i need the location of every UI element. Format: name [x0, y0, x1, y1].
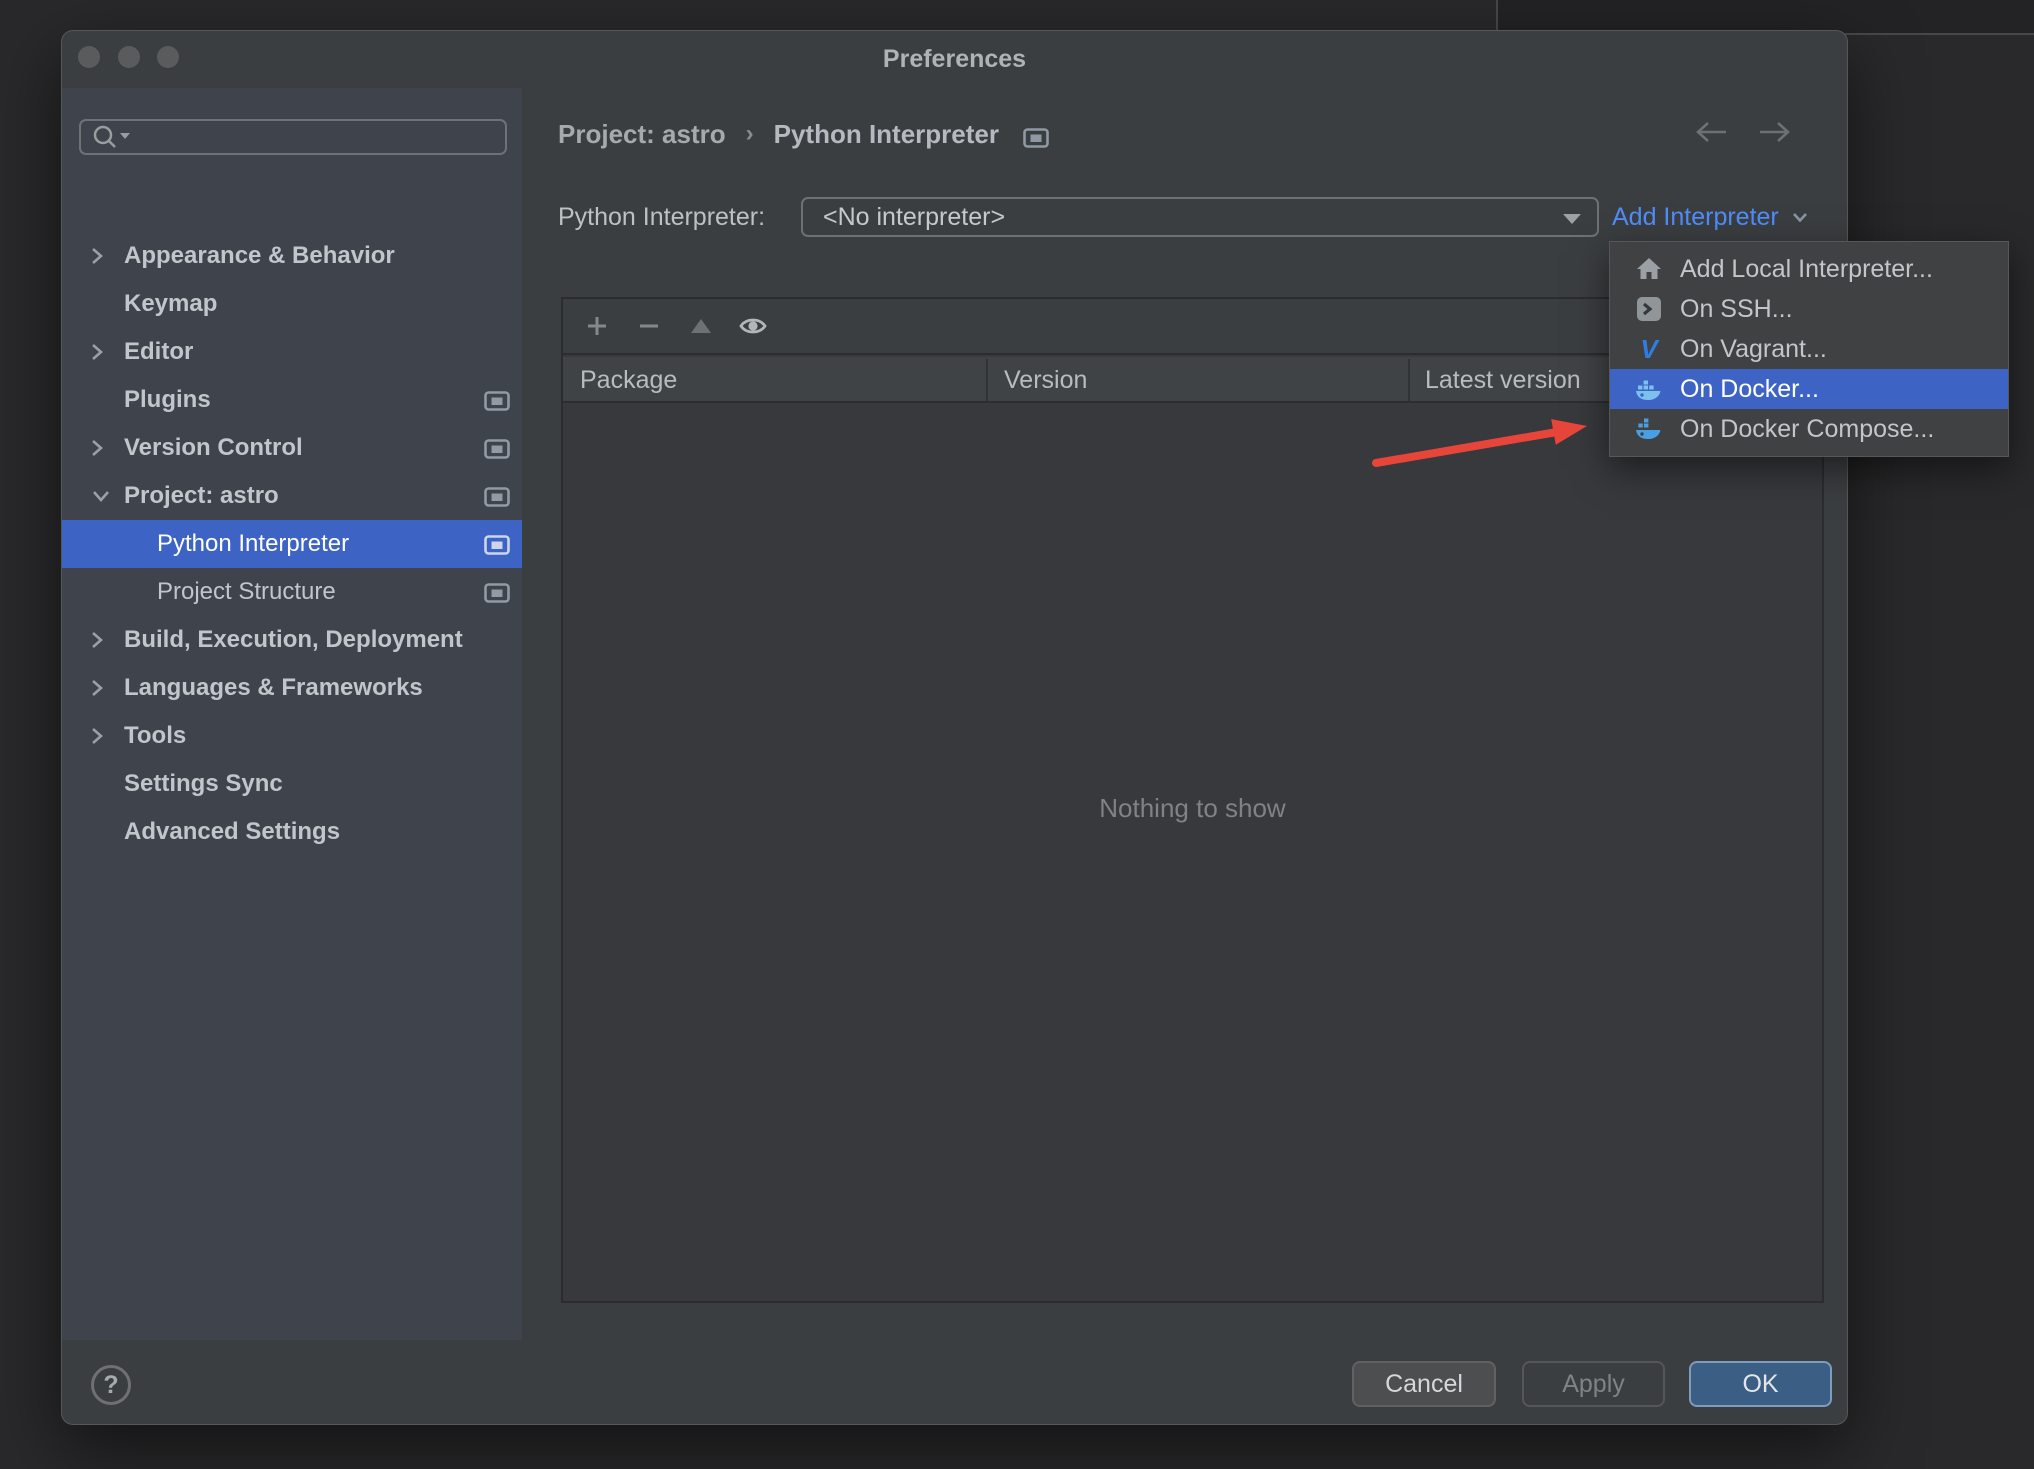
sidebar-item-label: Keymap: [124, 290, 218, 317]
add-interpreter-menu: Add Local Interpreter... On SSH... V On …: [1609, 241, 2009, 457]
cancel-button[interactable]: Cancel: [1352, 1361, 1496, 1407]
menu-item-add-local-interpreter[interactable]: Add Local Interpreter...: [1610, 249, 2008, 289]
settings-panel-icon: [484, 582, 510, 603]
column-separator[interactable]: [1408, 359, 1410, 401]
menu-item-on-ssh[interactable]: On SSH...: [1610, 289, 2008, 329]
sidebar-item-project-astro[interactable]: Project: astro: [62, 472, 522, 520]
sidebar-item-tools[interactable]: Tools: [62, 712, 522, 760]
python-interpreter-label: Python Interpreter:: [558, 203, 766, 231]
sidebar-item-label: Advanced Settings: [124, 818, 341, 845]
column-separator[interactable]: [986, 359, 988, 401]
menu-item-label: Add Local Interpreter...: [1680, 254, 1933, 283]
menu-item-on-docker[interactable]: On Docker...: [1610, 369, 2008, 409]
back-arrow-icon[interactable]: [1694, 119, 1730, 153]
show-early-releases-eye-button[interactable]: [727, 306, 779, 346]
sidebar-item-python-interpreter[interactable]: Python Interpreter: [62, 520, 522, 568]
home-icon: [1634, 254, 1664, 284]
install-package-button[interactable]: [571, 306, 623, 346]
settings-panel-icon: [484, 486, 510, 507]
sidebar-item-label: Build, Execution, Deployment: [124, 626, 463, 653]
menu-item-on-docker-compose[interactable]: On Docker Compose...: [1610, 409, 2008, 449]
sidebar-item-project-structure[interactable]: Project Structure: [62, 568, 522, 616]
add-interpreter-button[interactable]: Add Interpreter: [1612, 199, 1809, 235]
chevron-down-icon[interactable]: [90, 486, 124, 506]
menu-item-on-vagrant[interactable]: V On Vagrant...: [1610, 329, 2008, 369]
chevron-right-icon[interactable]: [90, 438, 124, 458]
sidebar-item-settings-sync[interactable]: Settings Sync: [62, 760, 522, 808]
settings-panel-icon: [484, 390, 510, 411]
sidebar-item-version-control[interactable]: Version Control: [62, 424, 522, 472]
settings-search-input[interactable]: [79, 119, 507, 155]
sidebar-item-label: Plugins: [124, 386, 211, 413]
column-header-version[interactable]: Version: [1004, 357, 1087, 403]
chevron-right-icon[interactable]: [90, 726, 124, 746]
sidebar-item-appearance-behavior[interactable]: Appearance & Behavior: [62, 232, 522, 280]
settings-panel-icon: [484, 438, 510, 459]
sidebar-item-label: Tools: [124, 722, 187, 749]
sidebar-item-label: Languages & Frameworks: [124, 674, 423, 701]
forward-arrow-icon[interactable]: [1756, 119, 1792, 153]
sidebar-item-keymap[interactable]: Keymap: [62, 280, 522, 328]
titlebar: Preferences: [62, 31, 1847, 89]
dropdown-arrow-icon: [1563, 214, 1581, 224]
docker-icon: [1634, 374, 1664, 404]
ssh-terminal-icon: [1634, 294, 1664, 324]
settings-panel-icon: [1023, 124, 1049, 148]
help-question-icon: ?: [103, 1370, 119, 1399]
sidebar-item-editor[interactable]: Editor: [62, 328, 522, 376]
packages-table-body: Nothing to show: [563, 405, 1822, 1301]
chevron-right-icon[interactable]: [90, 678, 124, 698]
background-window-region: [1497, 0, 2034, 33]
window-title: Preferences: [882, 45, 1027, 73]
sidebar-item-label: Settings Sync: [124, 770, 283, 797]
ok-button[interactable]: OK: [1689, 1361, 1832, 1407]
settings-panel-icon: [484, 534, 510, 555]
empty-table-message: Nothing to show: [1099, 793, 1286, 823]
docker-compose-icon: [1634, 414, 1664, 444]
column-header-latest-version[interactable]: Latest version: [1425, 357, 1581, 403]
sidebar-item-label: Appearance & Behavior: [124, 242, 395, 269]
upgrade-package-button[interactable]: [675, 306, 727, 346]
sidebar-item-build-execution-deployment[interactable]: Build, Execution, Deployment: [62, 616, 522, 664]
breadcrumb-project[interactable]: Project: astro: [558, 119, 726, 150]
sidebar-item-advanced-settings[interactable]: Advanced Settings: [62, 808, 522, 856]
settings-tree: Appearance & Behavior Keymap Editor Plug…: [62, 232, 522, 856]
chevron-right-icon[interactable]: [90, 246, 124, 266]
add-interpreter-label: Add Interpreter: [1612, 202, 1779, 231]
menu-item-label: On Vagrant...: [1680, 334, 1827, 363]
breadcrumb-page: Python Interpreter: [773, 118, 999, 149]
breadcrumb-separator-icon: ›: [745, 120, 754, 147]
chevron-down-icon: [1792, 213, 1807, 223]
breadcrumb: Project: astro › Python Interpreter: [558, 114, 1049, 154]
preferences-dialog: Preferences Appearance & Behavior Keymap…: [61, 30, 2009, 1425]
settings-sidebar: Appearance & Behavior Keymap Editor Plug…: [62, 88, 522, 1340]
apply-button[interactable]: Apply: [1522, 1361, 1665, 1407]
sidebar-item-label: Editor: [124, 338, 194, 365]
menu-item-label: On SSH...: [1680, 294, 1793, 323]
interpreter-select[interactable]: <No interpreter>: [801, 197, 1599, 237]
interpreter-select-value: <No interpreter>: [823, 202, 1006, 231]
column-header-package[interactable]: Package: [580, 357, 677, 403]
sidebar-item-label: Version Control: [124, 434, 303, 461]
uninstall-package-button[interactable]: [623, 306, 675, 346]
sidebar-item-label: Project: astro: [124, 482, 279, 509]
vagrant-icon: V: [1640, 333, 1658, 364]
menu-item-label: On Docker Compose...: [1680, 414, 1935, 443]
chevron-right-icon[interactable]: [90, 342, 124, 362]
help-button[interactable]: ?: [91, 1365, 131, 1405]
chevron-right-icon[interactable]: [90, 630, 124, 650]
background-window-edge-vertical: [1496, 0, 1498, 34]
sidebar-item-plugins[interactable]: Plugins: [62, 376, 522, 424]
menu-item-label: On Docker...: [1680, 374, 1819, 403]
sidebar-item-label: Python Interpreter: [157, 530, 350, 557]
sidebar-item-languages-frameworks[interactable]: Languages & Frameworks: [62, 664, 522, 712]
sidebar-item-label: Project Structure: [157, 578, 336, 605]
